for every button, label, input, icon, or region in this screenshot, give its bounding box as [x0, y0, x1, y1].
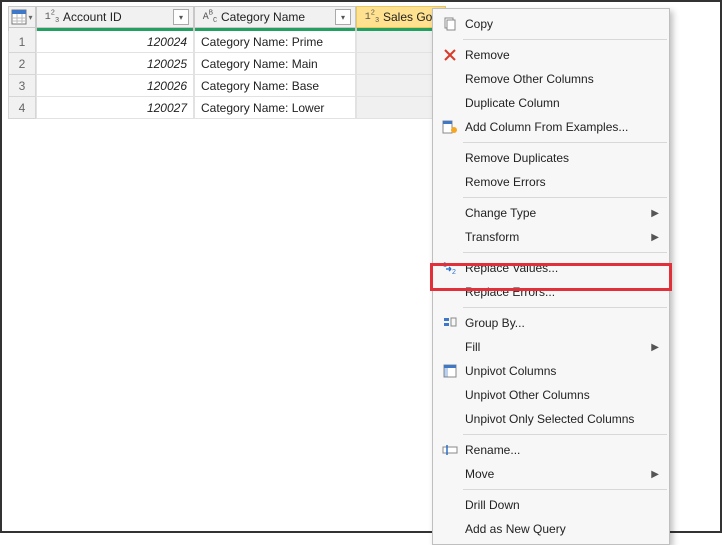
cell-account-id[interactable]: 120025: [36, 53, 194, 75]
menu-unpivot-other-columns[interactable]: Unpivot Other Columns: [433, 383, 669, 407]
menu-unpivot-columns[interactable]: Unpivot Columns: [433, 359, 669, 383]
menu-separator: [463, 252, 667, 253]
menu-replace-errors[interactable]: Replace Errors...: [433, 280, 669, 304]
submenu-arrow-icon: ▶: [651, 469, 659, 480]
submenu-arrow-icon: ▶: [651, 342, 659, 353]
row-number[interactable]: 1: [8, 31, 36, 53]
menu-label: Replace Values...: [461, 261, 659, 275]
menu-separator: [463, 142, 667, 143]
row-number[interactable]: 3: [8, 75, 36, 97]
int-type-icon: 123: [361, 12, 383, 23]
menu-separator: [463, 197, 667, 198]
menu-label: Remove Duplicates: [461, 151, 659, 165]
text-type-icon: ABC: [199, 12, 221, 23]
remove-icon: [439, 47, 461, 63]
column-header-account-id[interactable]: 123 Account ID ▾: [36, 6, 194, 28]
column-label: Category Name: [221, 10, 335, 24]
menu-label: Group By...: [461, 316, 659, 330]
filter-dropdown-button[interactable]: ▾: [335, 9, 351, 25]
menu-remove-duplicates[interactable]: Remove Duplicates: [433, 146, 669, 170]
cell-category-name[interactable]: Category Name: Base: [194, 75, 356, 97]
submenu-arrow-icon: ▶: [651, 208, 659, 219]
menu-group-by[interactable]: Group By...: [433, 311, 669, 335]
cell-account-id[interactable]: 120026: [36, 75, 194, 97]
rename-icon: [439, 442, 461, 458]
menu-label: Replace Errors...: [461, 285, 659, 299]
menu-add-as-new-query[interactable]: Add as New Query: [433, 517, 669, 541]
menu-separator: [463, 434, 667, 435]
svg-text:2: 2: [452, 269, 456, 276]
menu-label: Change Type: [461, 206, 651, 220]
column-label: Account ID: [63, 10, 173, 24]
menu-add-column-from-examples[interactable]: Add Column From Examples...: [433, 115, 669, 139]
menu-duplicate-column[interactable]: Duplicate Column: [433, 91, 669, 115]
menu-move[interactable]: Move ▶: [433, 462, 669, 486]
menu-change-type[interactable]: Change Type ▶: [433, 201, 669, 225]
cell-account-id[interactable]: 120024: [36, 31, 194, 53]
menu-remove-errors[interactable]: Remove Errors: [433, 170, 669, 194]
column-context-menu: Copy Remove Remove Other Columns Duplica…: [432, 8, 670, 545]
menu-drill-down[interactable]: Drill Down: [433, 493, 669, 517]
menu-copy[interactable]: Copy: [433, 12, 669, 36]
menu-label: Duplicate Column: [461, 96, 659, 110]
copy-icon: [439, 16, 461, 32]
unpivot-icon: [439, 363, 461, 379]
menu-label: Unpivot Columns: [461, 364, 659, 378]
row-number[interactable]: 4: [8, 97, 36, 119]
filter-dropdown-button[interactable]: ▾: [173, 9, 189, 25]
replace-values-icon: 12: [439, 260, 461, 276]
menu-label: Add Column From Examples...: [461, 120, 659, 134]
menu-label: Remove Errors: [461, 175, 659, 189]
menu-label: Add as New Query: [461, 522, 659, 536]
menu-label: Fill: [461, 340, 651, 354]
cell-category-name[interactable]: Category Name: Prime: [194, 31, 356, 53]
menu-separator: [463, 39, 667, 40]
menu-label: Remove: [461, 48, 659, 62]
cell-account-id[interactable]: 120027: [36, 97, 194, 119]
corner-cell[interactable]: ▾: [8, 6, 36, 28]
menu-label: Copy: [461, 17, 659, 31]
table-icon: [11, 9, 27, 25]
menu-label: Move: [461, 467, 651, 481]
menu-separator: [463, 307, 667, 308]
menu-label: Transform: [461, 230, 651, 244]
cell-category-name[interactable]: Category Name: Lower: [194, 97, 356, 119]
menu-label: Rename...: [461, 443, 659, 457]
menu-label: Unpivot Only Selected Columns: [461, 412, 659, 426]
menu-label: Remove Other Columns: [461, 72, 659, 86]
menu-remove[interactable]: Remove: [433, 43, 669, 67]
menu-separator: [463, 489, 667, 490]
row-number[interactable]: 2: [8, 53, 36, 75]
svg-text:1: 1: [443, 262, 447, 269]
menu-unpivot-only-selected-columns[interactable]: Unpivot Only Selected Columns: [433, 407, 669, 431]
column-header-category-name[interactable]: ABC Category Name ▾: [194, 6, 356, 28]
int-type-icon: 123: [41, 12, 63, 23]
menu-replace-values[interactable]: 12 Replace Values...: [433, 256, 669, 280]
menu-rename[interactable]: Rename...: [433, 438, 669, 462]
group-by-icon: [439, 315, 461, 331]
add-column-examples-icon: [439, 119, 461, 135]
menu-label: Drill Down: [461, 498, 659, 512]
menu-label: Unpivot Other Columns: [461, 388, 659, 402]
menu-transform[interactable]: Transform ▶: [433, 225, 669, 249]
menu-remove-other-columns[interactable]: Remove Other Columns: [433, 67, 669, 91]
submenu-arrow-icon: ▶: [651, 232, 659, 243]
menu-fill[interactable]: Fill ▶: [433, 335, 669, 359]
cell-category-name[interactable]: Category Name: Main: [194, 53, 356, 75]
